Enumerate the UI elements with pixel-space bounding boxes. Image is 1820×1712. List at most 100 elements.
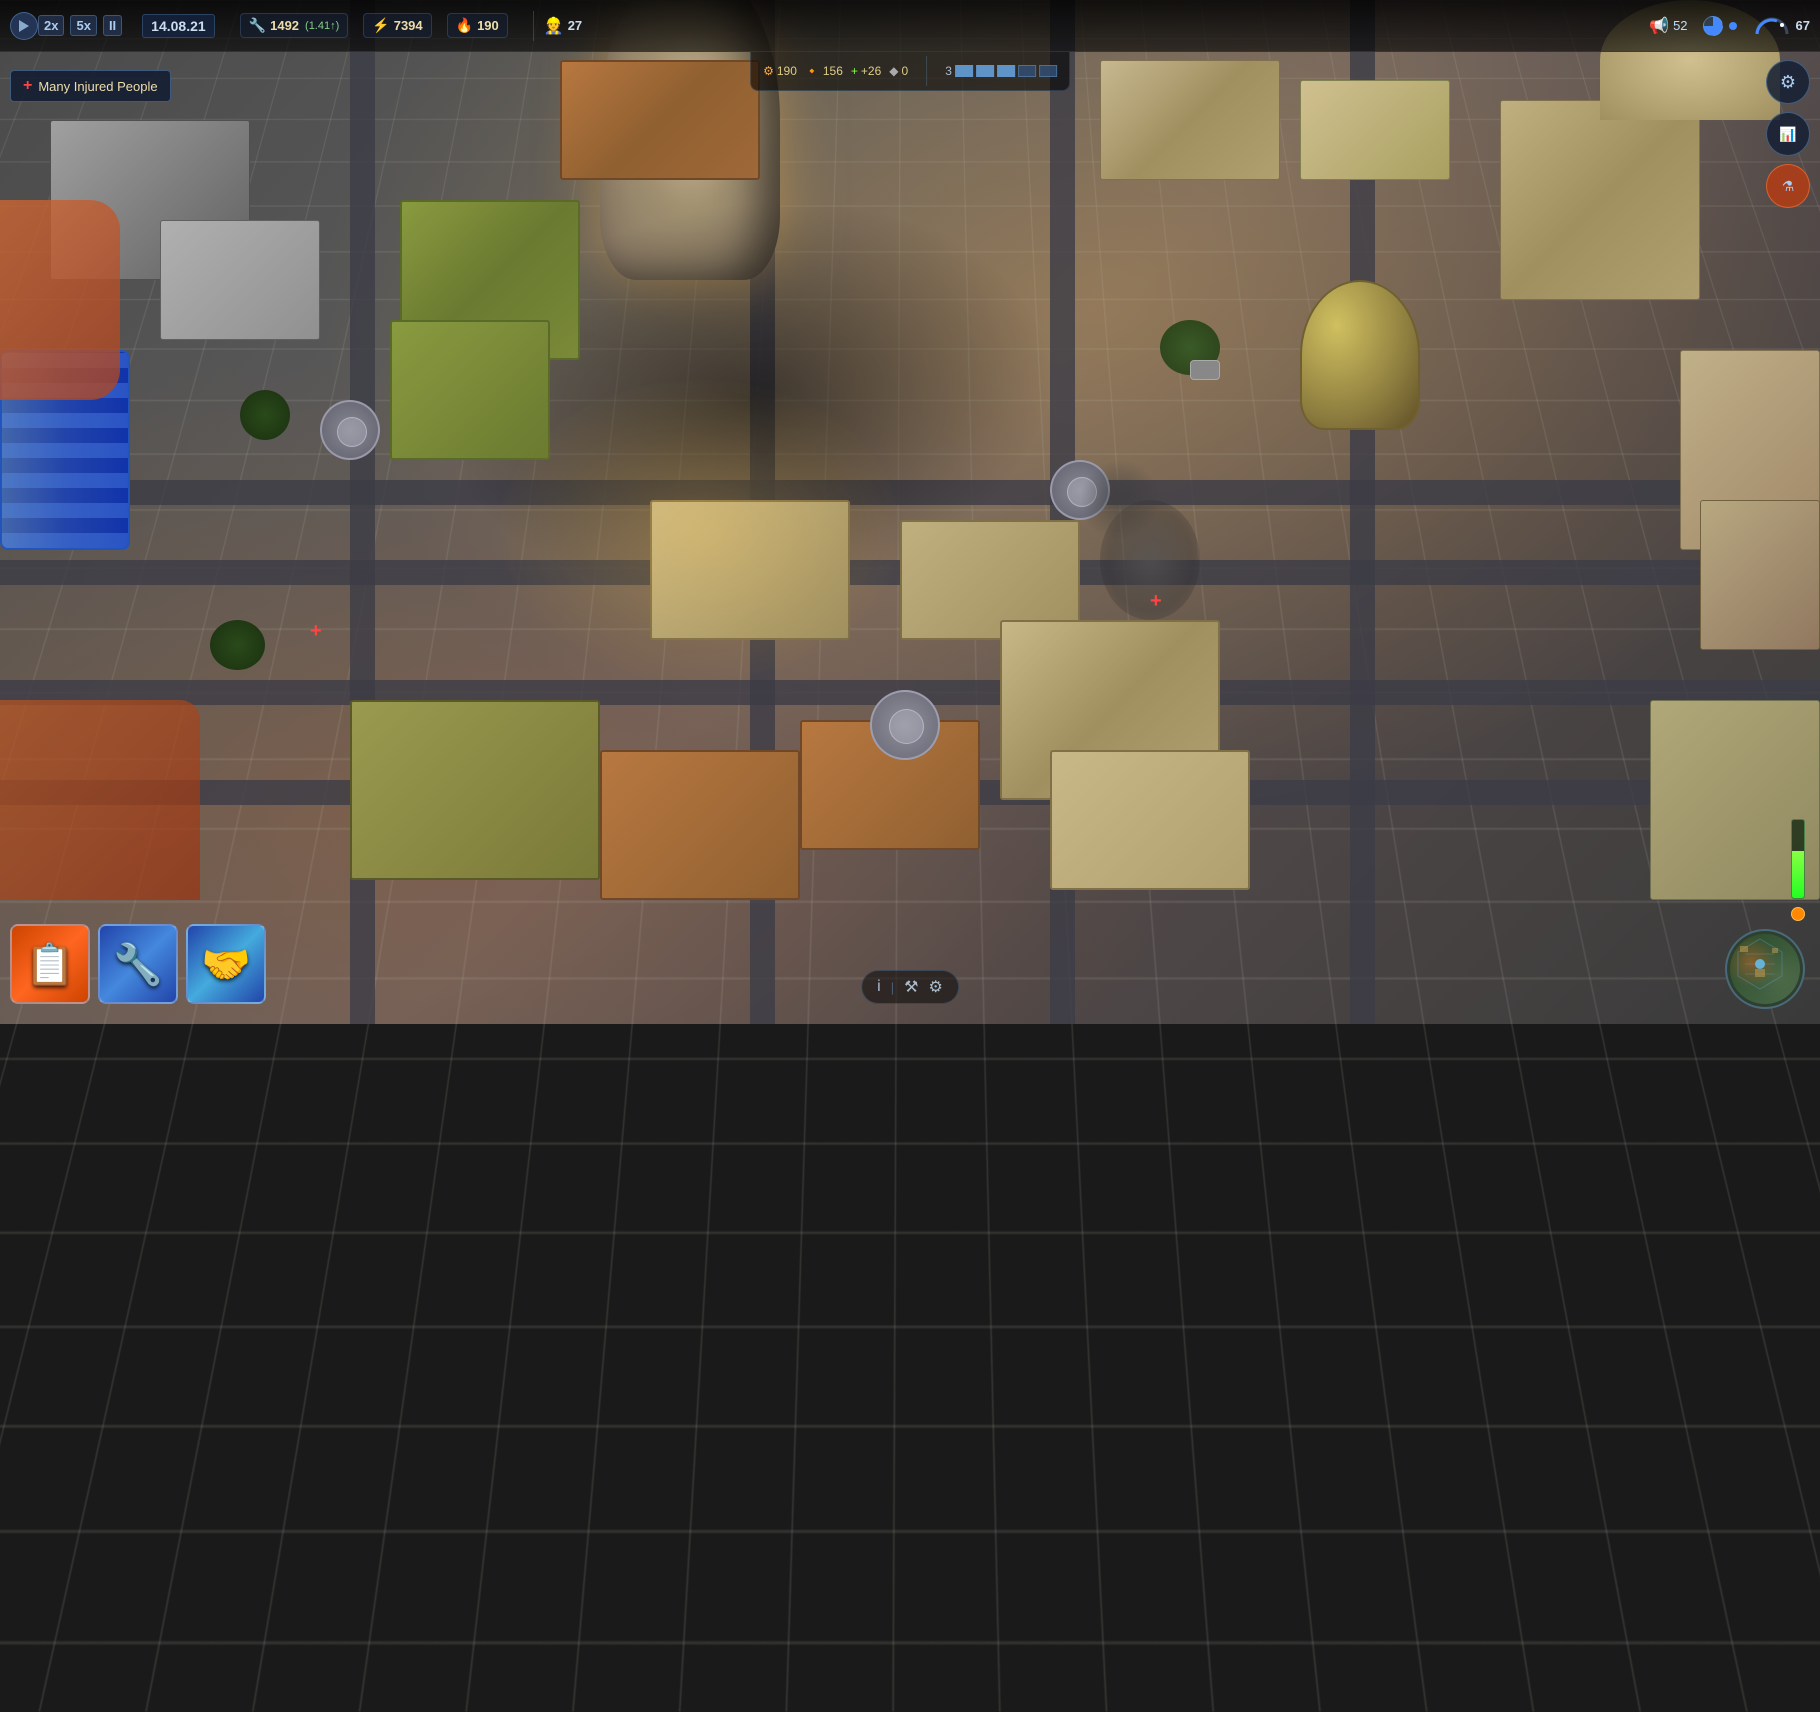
right-buttons-panel: ⚙ 📊 ⚗ xyxy=(1766,60,1810,208)
building-bottom-right-2 xyxy=(1050,750,1250,890)
tree-3 xyxy=(210,620,265,670)
energy-value: 190 xyxy=(477,18,499,33)
roundabout-1 xyxy=(320,400,380,460)
speed-indicator-icon xyxy=(10,12,38,40)
mars-terrain-bottom-left xyxy=(0,700,200,900)
circular-progress-group xyxy=(1703,16,1737,36)
small-res-4-value: 0 xyxy=(902,64,909,78)
settings-button[interactable]: ⚙ xyxy=(1766,60,1810,104)
settings-tool-icon[interactable]: ⚙ xyxy=(928,977,942,997)
progress-label: 3 xyxy=(945,64,952,78)
arc-indicator xyxy=(1752,16,1792,36)
bottom-left-actions: 📋 🔧 🤝 xyxy=(10,924,266,1004)
energy-fill xyxy=(1792,851,1804,898)
minimap-content xyxy=(1730,934,1800,1004)
action-button-1[interactable]: 📋 xyxy=(10,924,90,1004)
mars-terrain-left xyxy=(0,200,120,400)
hammer-tool-icon[interactable]: ⚒ xyxy=(904,977,918,997)
speed-2x-button[interactable]: 2x xyxy=(38,15,64,36)
speed-5x-button[interactable]: 5x xyxy=(70,15,96,36)
roundabout-3 xyxy=(870,690,940,760)
tank-right xyxy=(1300,280,1420,430)
small-res-2-icon: 🔸 xyxy=(805,64,820,78)
small-res-3-value: +26 xyxy=(861,64,881,78)
workers-count: 27 xyxy=(568,18,582,33)
speed-controls-group: 2x 5x II xyxy=(38,15,122,36)
chart-icon: 📊 xyxy=(1779,126,1796,143)
circular-progress-indicator xyxy=(1703,16,1723,36)
cargo-boxes-top xyxy=(560,60,760,180)
energy-bar-vertical xyxy=(1791,819,1805,899)
smoke-effect-2 xyxy=(1080,460,1160,540)
bottom-info-bar: i | ⚒ ⚙ xyxy=(861,970,959,1004)
megaphone-icon: 📢 xyxy=(1649,16,1669,36)
building-top-right-1 xyxy=(1100,60,1280,180)
small-resource-4: ◆ 0 xyxy=(889,64,908,78)
alert-cross-icon: + xyxy=(23,77,32,95)
alert-text: Many Injured People xyxy=(38,79,157,94)
hud-divider-1 xyxy=(533,11,534,41)
progress-seg-5 xyxy=(1039,65,1057,77)
action-button-2[interactable]: 🔧 xyxy=(98,924,178,1004)
megaphone-value: 52 xyxy=(1673,18,1687,33)
tree-1 xyxy=(240,390,290,440)
research-icon: ⚗ xyxy=(1782,178,1795,195)
building-far-right-2 xyxy=(1700,500,1820,650)
tools-icon: 🔧 xyxy=(249,17,266,34)
progress-seg-2 xyxy=(976,65,994,77)
progress-seg-4 xyxy=(1018,65,1036,77)
minimap-svg xyxy=(1730,934,1790,994)
road-horizontal-1 xyxy=(0,480,1820,505)
workers-group: 👷 27 xyxy=(544,16,582,36)
stats-button[interactable]: 📊 xyxy=(1766,112,1810,156)
progress-seg-3 xyxy=(997,65,1015,77)
settings-icon: ⚙ xyxy=(1780,72,1796,93)
building-large-right xyxy=(1500,100,1700,300)
hud-top-bar: 2x 5x II 14.08.21 🔧 1492 (1.41↑) ⚡ 7394 … xyxy=(0,0,1820,52)
vehicle-1 xyxy=(1190,360,1220,380)
building-top-right-2 xyxy=(1300,80,1450,180)
progress-queue: 3 xyxy=(945,64,1057,78)
bottom-divider-1: | xyxy=(891,980,894,995)
small-res-1-icon: ⚙ xyxy=(763,64,774,78)
megaphone-group: 📢 52 xyxy=(1649,16,1687,36)
small-resource-3: + +26 xyxy=(851,64,881,78)
energy-resource-icon: 🔥 xyxy=(456,17,473,34)
info-icon[interactable]: i xyxy=(877,978,881,996)
action-2-icon: 🔧 xyxy=(113,941,163,988)
hud-second-row: ⚙ 190 🔸 156 + +26 ◆ 0 3 xyxy=(750,52,1070,91)
progress-seg-1 xyxy=(955,65,973,77)
satisfaction-value: 67 xyxy=(1796,18,1810,33)
small-res-1-value: 190 xyxy=(777,64,797,78)
hud-right-section: 📢 52 67 xyxy=(1649,16,1810,36)
hud-second-divider xyxy=(926,56,927,86)
date-display: 14.08.21 xyxy=(142,14,215,38)
ore-value: 7394 xyxy=(394,18,423,33)
research-button[interactable]: ⚗ xyxy=(1766,164,1810,208)
status-dot xyxy=(1729,22,1737,30)
small-res-2-value: 156 xyxy=(823,64,843,78)
small-res-3-icon: + xyxy=(851,64,858,78)
minimap[interactable] xyxy=(1725,929,1805,1009)
building-bottom-1 xyxy=(350,700,600,880)
energy-panel xyxy=(1791,819,1805,921)
action-3-icon: 🤝 xyxy=(201,941,251,988)
small-res-4-icon: ◆ xyxy=(889,64,898,78)
medical-cross-2: + xyxy=(1150,590,1162,613)
alert-notification[interactable]: + Many Injured People xyxy=(10,70,171,102)
tower-glow xyxy=(500,380,900,680)
bottom-right-panel xyxy=(1725,819,1805,1009)
energy-resource-group: 🔥 190 xyxy=(447,13,508,38)
ore-icon: ⚡ xyxy=(372,17,389,34)
energy-indicator-dot xyxy=(1791,907,1805,921)
building-bottom-2 xyxy=(600,750,800,900)
tools-resource-group: 🔧 1492 (1.41↑) xyxy=(240,13,349,38)
medical-cross-1: + xyxy=(310,620,322,643)
cargo-crates-2 xyxy=(390,320,550,460)
tools-rate: (1.41↑) xyxy=(305,20,339,32)
action-button-3[interactable]: 🤝 xyxy=(186,924,266,1004)
tools-value: 1492 xyxy=(270,18,299,33)
workers-icon: 👷 xyxy=(544,16,564,36)
small-resource-2: 🔸 156 xyxy=(805,64,843,78)
speed-pause-button[interactable]: II xyxy=(103,15,122,36)
